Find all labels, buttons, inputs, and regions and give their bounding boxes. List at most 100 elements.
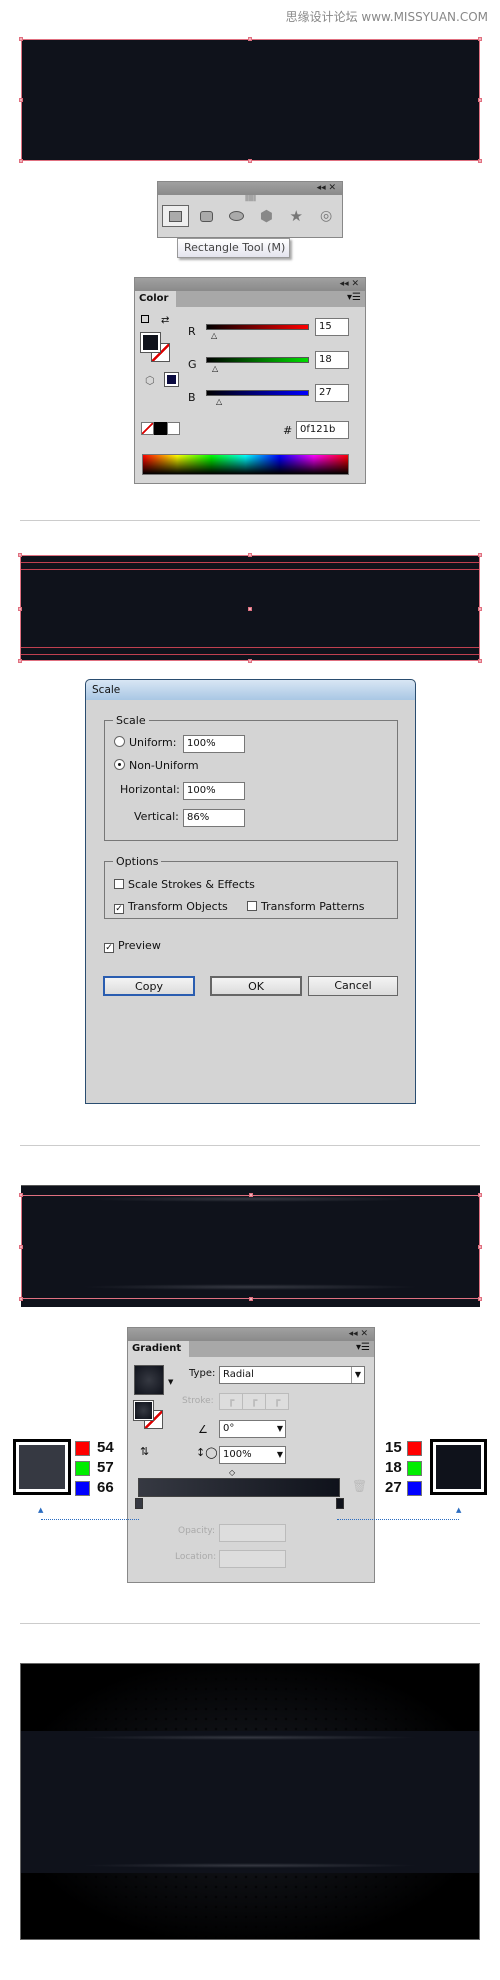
color-panel: ◂◂ ✕ Color ▾☰ ⇄ ⬡ R G B △ △ △ 15 18 27 # … (134, 277, 366, 484)
right-stop-color-swatch (430, 1439, 487, 1495)
midpoint-diamond[interactable]: ◇ (229, 1468, 235, 1477)
checkbox[interactable] (247, 901, 257, 911)
b-input[interactable]: 27 (315, 384, 349, 402)
hex-input[interactable]: 0f121b (296, 421, 349, 439)
checkbox-checked[interactable]: ✓ (114, 904, 124, 914)
fill-swatch[interactable] (133, 1400, 154, 1421)
g-label: G (188, 358, 197, 371)
polygon-tool-icon[interactable]: ⬢ (254, 205, 278, 227)
location-label: Location: (175, 1552, 217, 1562)
stroke-within-icon[interactable]: ┏ (220, 1394, 243, 1409)
left-g-value: 57 (97, 1459, 114, 1476)
rectangle-tool-icon[interactable] (162, 205, 189, 227)
r-slider[interactable] (206, 324, 309, 330)
dialog-title: Scale (86, 680, 415, 700)
b-label: B (188, 391, 196, 404)
radio-on[interactable] (114, 759, 125, 770)
arrow-up-icon: ▲ (456, 1506, 462, 1514)
ok-button[interactable]: OK (210, 976, 302, 996)
b-slider-thumb[interactable]: △ (216, 397, 222, 406)
tooltip: Rectangle Tool (M) (177, 238, 290, 258)
horizontal-label: Horizontal: (120, 783, 180, 796)
delete-stop-icon[interactable]: 🗑 (352, 1479, 367, 1493)
green-swatch (75, 1461, 90, 1476)
gradient-stop-left[interactable] (135, 1498, 143, 1509)
out-of-gamut-icon[interactable]: ⬡ (145, 374, 155, 387)
radio-off[interactable] (114, 736, 125, 747)
copy-button[interactable]: Copy (103, 976, 195, 996)
web-safe-swatch[interactable] (164, 372, 179, 387)
g-slider-thumb[interactable]: △ (212, 364, 218, 373)
vertical-label: Vertical: (134, 810, 179, 823)
tab-gradient[interactable]: Gradient (128, 1341, 190, 1357)
uniform-input[interactable]: 100% (183, 735, 245, 753)
non-uniform-label: Non-Uniform (129, 759, 199, 772)
r-slider-thumb[interactable]: △ (211, 331, 217, 340)
panel-menu-icon[interactable]: ▾☰ (347, 292, 361, 303)
preview-label: Preview (118, 939, 161, 952)
color-spectrum[interactable] (142, 454, 349, 475)
stroke-label: Stroke: (182, 1396, 214, 1406)
checkbox-checked[interactable]: ✓ (104, 943, 114, 953)
type-select[interactable]: Radial ▼ (219, 1366, 365, 1384)
angle-input[interactable]: 0° ▼ (219, 1420, 286, 1438)
ellipse-tool-icon[interactable] (225, 205, 249, 227)
aspect-ratio-icon: ↕◯ (196, 1446, 218, 1459)
blue-swatch (75, 1481, 90, 1496)
panel-controls[interactable]: ◂◂ ✕ (158, 182, 342, 195)
divider (20, 520, 480, 521)
divider (20, 1623, 480, 1624)
artwork-rectangle-scaled[interactable] (18, 553, 482, 663)
tab-color[interactable]: Color (135, 291, 177, 307)
star-tool-icon[interactable]: ★ (284, 205, 308, 227)
reverse-gradient-icon[interactable]: ⇅ (140, 1445, 149, 1458)
panel-menu-icon[interactable]: ▾☰ (356, 1342, 370, 1353)
location-input[interactable] (219, 1550, 286, 1568)
divider (20, 1145, 480, 1146)
rounded-rectangle-tool-icon[interactable] (195, 205, 219, 227)
none-swatch[interactable] (141, 422, 154, 435)
gradient-preview-swatch[interactable] (134, 1365, 164, 1395)
gradient-slider[interactable] (138, 1478, 340, 1497)
stroke-along-icon[interactable]: ┏ (243, 1394, 266, 1409)
chevron-down-icon[interactable]: ▼ (277, 1421, 283, 1437)
aspect-ratio-input[interactable]: 100% ▼ (219, 1446, 286, 1464)
chevron-down-icon: ▼ (350, 1367, 361, 1383)
non-uniform-radio[interactable]: Non-Uniform (114, 759, 199, 772)
angle-value: 0° (223, 1423, 235, 1434)
fill-swatch[interactable] (140, 332, 161, 353)
angle-icon: ∠ (198, 1423, 208, 1436)
artwork-rectangle[interactable] (19, 37, 482, 163)
right-r-value: 15 (385, 1439, 402, 1456)
g-input[interactable]: 18 (315, 351, 349, 369)
b-slider[interactable] (206, 390, 309, 396)
gradient-menu-arrow[interactable]: ▼ (168, 1378, 173, 1386)
scale-strokes-checkbox[interactable]: Scale Strokes & Effects (114, 878, 255, 891)
chevron-down-icon[interactable]: ▼ (277, 1447, 283, 1463)
stroke-across-icon[interactable]: ┏ (266, 1394, 288, 1409)
transform-objects-checkbox[interactable]: ✓ Transform Objects (114, 900, 228, 914)
transform-patterns-checkbox[interactable]: Transform Patterns (247, 900, 365, 913)
flare-tool-icon[interactable]: ◎ (314, 205, 338, 227)
horizontal-input[interactable]: 100% (183, 782, 245, 800)
default-colors-icon[interactable] (141, 315, 149, 323)
left-stop-color-swatch (13, 1439, 71, 1495)
panel-controls[interactable]: ◂◂ ✕ (135, 278, 365, 291)
gradient-stop-right[interactable] (336, 1498, 344, 1509)
r-input[interactable]: 15 (315, 318, 349, 336)
swap-icon[interactable]: ⇄ (161, 315, 169, 326)
checkbox[interactable] (114, 879, 124, 889)
opacity-input[interactable] (219, 1524, 286, 1542)
panel-grip[interactable]: |||||||||| (158, 195, 342, 202)
vertical-input[interactable]: 86% (183, 809, 245, 827)
preview-checkbox[interactable]: ✓ Preview (104, 939, 161, 953)
stroke-gradient-buttons: ┏ ┏ ┏ (219, 1393, 289, 1410)
scale-group-label: Scale (116, 714, 146, 727)
panel-controls[interactable]: ◂◂ ✕ (128, 1328, 374, 1341)
white-swatch[interactable] (167, 422, 180, 435)
cancel-button[interactable]: Cancel (308, 976, 398, 996)
selection-box[interactable] (19, 1193, 482, 1301)
g-slider[interactable] (206, 357, 309, 363)
black-swatch[interactable] (154, 422, 167, 435)
uniform-radio[interactable]: Uniform: (114, 736, 176, 749)
